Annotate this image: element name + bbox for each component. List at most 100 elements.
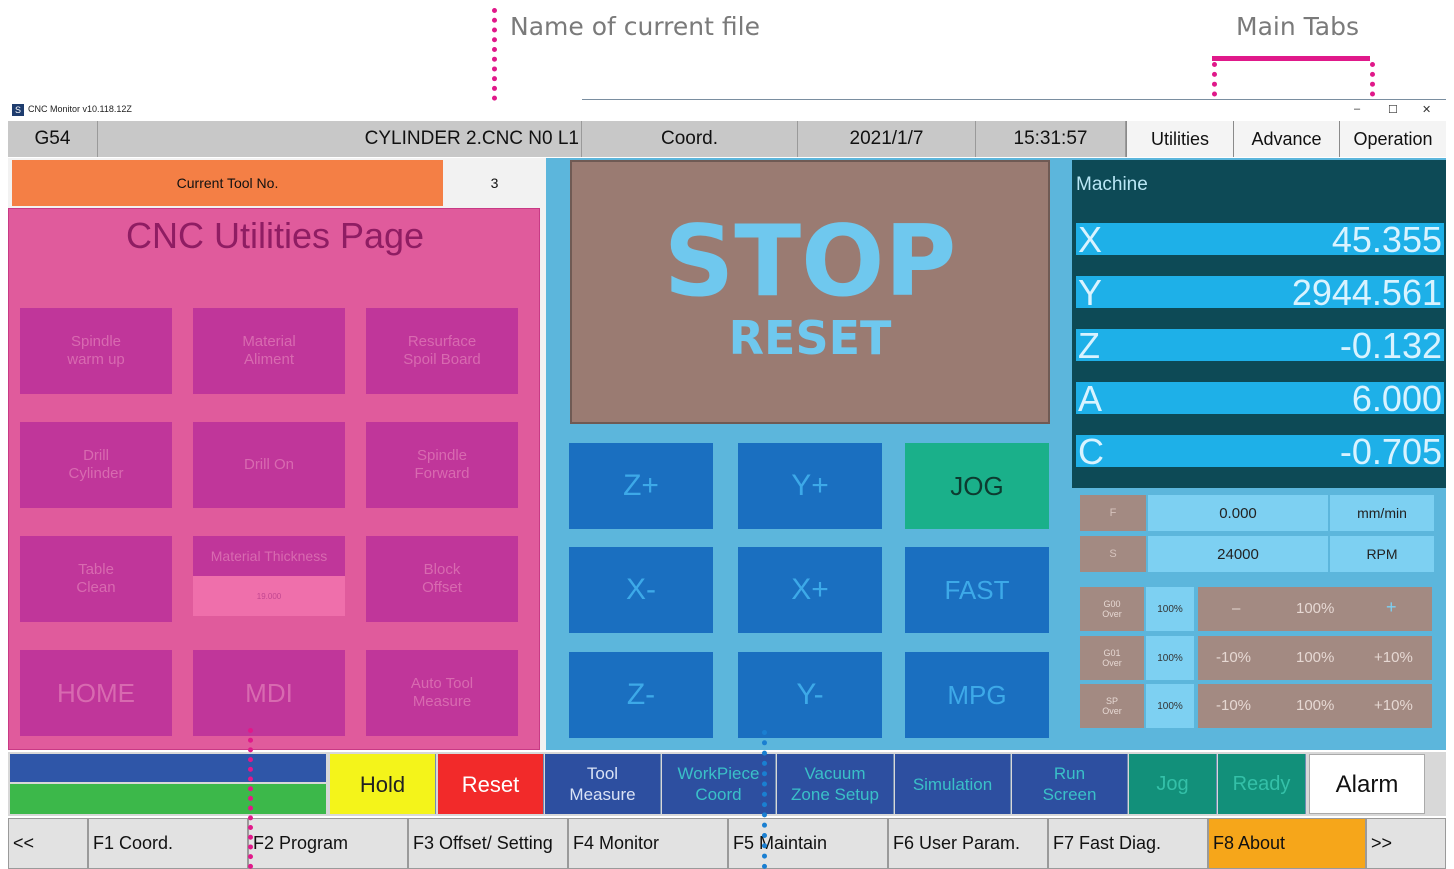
sp-override-minus[interactable]: -10% bbox=[1216, 697, 1251, 714]
sp-override-label: SP Over bbox=[1080, 684, 1144, 728]
fast-mode-button[interactable]: FAST bbox=[905, 547, 1049, 633]
g00-override-plus[interactable]: + bbox=[1386, 597, 1397, 618]
jog-y-plus-button[interactable]: Y+ bbox=[738, 443, 882, 529]
axis-x-label: X bbox=[1078, 219, 1103, 260]
close-button[interactable]: ✕ bbox=[1422, 103, 1431, 116]
app-logo-icon: S bbox=[12, 104, 24, 116]
fkey-f7-fast-diag[interactable]: F7 Fast Diag. bbox=[1048, 818, 1208, 869]
annotation-util-pointer bbox=[248, 728, 253, 869]
jog-x-minus-button[interactable]: X- bbox=[569, 547, 713, 633]
axis-y-label: Y bbox=[1078, 272, 1103, 313]
workpiece-coord-button[interactable]: WorkPiece Coord bbox=[662, 754, 776, 814]
run-screen-button[interactable]: Run Screen bbox=[1012, 754, 1128, 814]
annotation-rule bbox=[582, 99, 1446, 100]
g01-override-pct: 100% bbox=[1146, 636, 1194, 680]
g01-override-minus[interactable]: -10% bbox=[1216, 649, 1251, 666]
annotation-current-file: Name of current file bbox=[510, 12, 760, 41]
spindle-unit: RPM bbox=[1330, 536, 1434, 572]
jog-y-minus-button[interactable]: Y- bbox=[738, 652, 882, 738]
tab-utilities[interactable]: Utilities bbox=[1126, 121, 1233, 157]
fkey-f8-about[interactable]: F8 About bbox=[1208, 818, 1366, 869]
fkey-f1-coord[interactable]: F1 Coord. bbox=[88, 818, 248, 869]
mpg-mode-button[interactable]: MPG bbox=[905, 652, 1049, 738]
g00-override-minus[interactable]: – bbox=[1232, 600, 1240, 617]
window-titlebar: S CNC Monitor v10.118.12Z – ☐ ✕ bbox=[8, 101, 1446, 121]
material-thickness-label: Material Thickness bbox=[193, 536, 345, 576]
tab-operation[interactable]: Operation bbox=[1339, 121, 1446, 157]
axis-z-label: Z bbox=[1078, 325, 1100, 366]
material-aliment-button[interactable]: Material Aliment bbox=[193, 308, 345, 394]
window-title: CNC Monitor v10.118.12Z bbox=[28, 104, 132, 114]
home-button[interactable]: HOME bbox=[20, 650, 172, 736]
axis-y-row: Y 2944.561 bbox=[1076, 272, 1444, 313]
jog-z-minus-button[interactable]: Z- bbox=[569, 652, 713, 738]
tool-measure-button[interactable]: Tool Measure bbox=[545, 754, 661, 814]
alarm-status[interactable]: Alarm bbox=[1309, 754, 1425, 814]
axis-c-value: -0.705 bbox=[1339, 431, 1442, 472]
axis-a-value: 6.000 bbox=[1351, 378, 1442, 419]
mdi-button[interactable]: MDI bbox=[193, 650, 345, 736]
feed-value: 0.000 bbox=[1148, 495, 1328, 531]
material-thickness-input[interactable]: 19.000 bbox=[193, 576, 345, 616]
ready-status: Ready bbox=[1218, 754, 1306, 814]
block-offset-button[interactable]: Block Offset bbox=[366, 536, 518, 622]
jog-z-plus-button[interactable]: Z+ bbox=[569, 443, 713, 529]
sp-override-mid: 100% bbox=[1296, 697, 1335, 714]
fkey-f4-monitor[interactable]: F4 Monitor bbox=[568, 818, 728, 869]
annotation-center-pointer bbox=[762, 730, 767, 869]
drill-cylinder-button[interactable]: Drill Cylinder bbox=[20, 422, 172, 508]
spindle-forward-button[interactable]: Spindle Forward bbox=[366, 422, 518, 508]
axis-x-row: X 45.355 bbox=[1076, 219, 1444, 260]
sp-override-bar: -10% 100% +10% bbox=[1198, 684, 1432, 728]
status-indicator-blue bbox=[10, 754, 326, 782]
g01-override-mid: 100% bbox=[1296, 649, 1335, 666]
axis-z-value: -0.132 bbox=[1339, 325, 1442, 366]
axis-c-label: C bbox=[1078, 431, 1104, 472]
machine-label: Machine bbox=[1076, 174, 1148, 195]
axis-y-value: 2944.561 bbox=[1291, 272, 1442, 313]
table-clean-button[interactable]: Table Clean bbox=[20, 536, 172, 622]
current-tool-number: 3 bbox=[443, 160, 546, 206]
utilities-title: CNC Utilities Page bbox=[125, 215, 425, 256]
vacuum-zone-setup-button[interactable]: Vacuum Zone Setup bbox=[777, 754, 894, 814]
stop-reset-button[interactable]: STOP RESET bbox=[570, 160, 1050, 424]
annotation-tabs-bracket bbox=[1212, 56, 1370, 61]
feed-label: F bbox=[1080, 495, 1146, 531]
jog-status: Jog bbox=[1129, 754, 1217, 814]
reset-label: RESET bbox=[728, 311, 892, 365]
fkey-next[interactable]: >> bbox=[1366, 818, 1446, 869]
current-tool-label: Current Tool No. bbox=[12, 160, 443, 206]
minimize-button[interactable]: – bbox=[1354, 103, 1360, 115]
jog-mode-button[interactable]: JOG bbox=[905, 443, 1049, 529]
maximize-button[interactable]: ☐ bbox=[1388, 103, 1398, 116]
fkey-f3-offset-setting[interactable]: F3 Offset/ Setting bbox=[408, 818, 568, 869]
tab-advance[interactable]: Advance bbox=[1233, 121, 1339, 157]
simulation-button[interactable]: Simulation bbox=[895, 754, 1011, 814]
status-indicator-green bbox=[10, 784, 326, 814]
current-time: 15:31:57 bbox=[976, 121, 1126, 157]
drill-on-button[interactable]: Drill On bbox=[193, 422, 345, 508]
fkey-f2-program[interactable]: F2 Program bbox=[248, 818, 408, 869]
g00-override-pct: 100% bbox=[1146, 587, 1194, 631]
spindle-label: S bbox=[1080, 536, 1146, 572]
reset-button[interactable]: Reset bbox=[438, 754, 544, 814]
g01-override-plus[interactable]: +10% bbox=[1374, 649, 1413, 666]
stop-label: STOP bbox=[663, 205, 957, 319]
fkey-f6-user-param[interactable]: F6 User Param. bbox=[888, 818, 1048, 869]
coord-system: G54 bbox=[8, 121, 98, 157]
fkey-f5-maintain[interactable]: F5 Maintain bbox=[728, 818, 888, 869]
g00-override-label: G00 Over bbox=[1080, 587, 1144, 631]
resurface-spoil-board-button[interactable]: Resurface Spoil Board bbox=[366, 308, 518, 394]
jog-x-plus-button[interactable]: X+ bbox=[738, 547, 882, 633]
current-file-name: CYLINDER 2.CNC N0 L1 bbox=[98, 121, 582, 157]
hold-button[interactable]: Hold bbox=[330, 754, 436, 814]
spindle-warm-up-button[interactable]: Spindle warm up bbox=[20, 308, 172, 394]
axis-a-row: A 6.000 bbox=[1076, 378, 1444, 419]
feed-unit: mm/min bbox=[1330, 495, 1434, 531]
auto-tool-measure-button[interactable]: Auto Tool Measure bbox=[366, 650, 518, 736]
sp-override-pct: 100% bbox=[1146, 684, 1194, 728]
axis-a-label: A bbox=[1078, 378, 1103, 419]
sp-override-plus[interactable]: +10% bbox=[1374, 697, 1413, 714]
spindle-value: 24000 bbox=[1148, 536, 1328, 572]
fkey-prev[interactable]: << bbox=[8, 818, 88, 869]
